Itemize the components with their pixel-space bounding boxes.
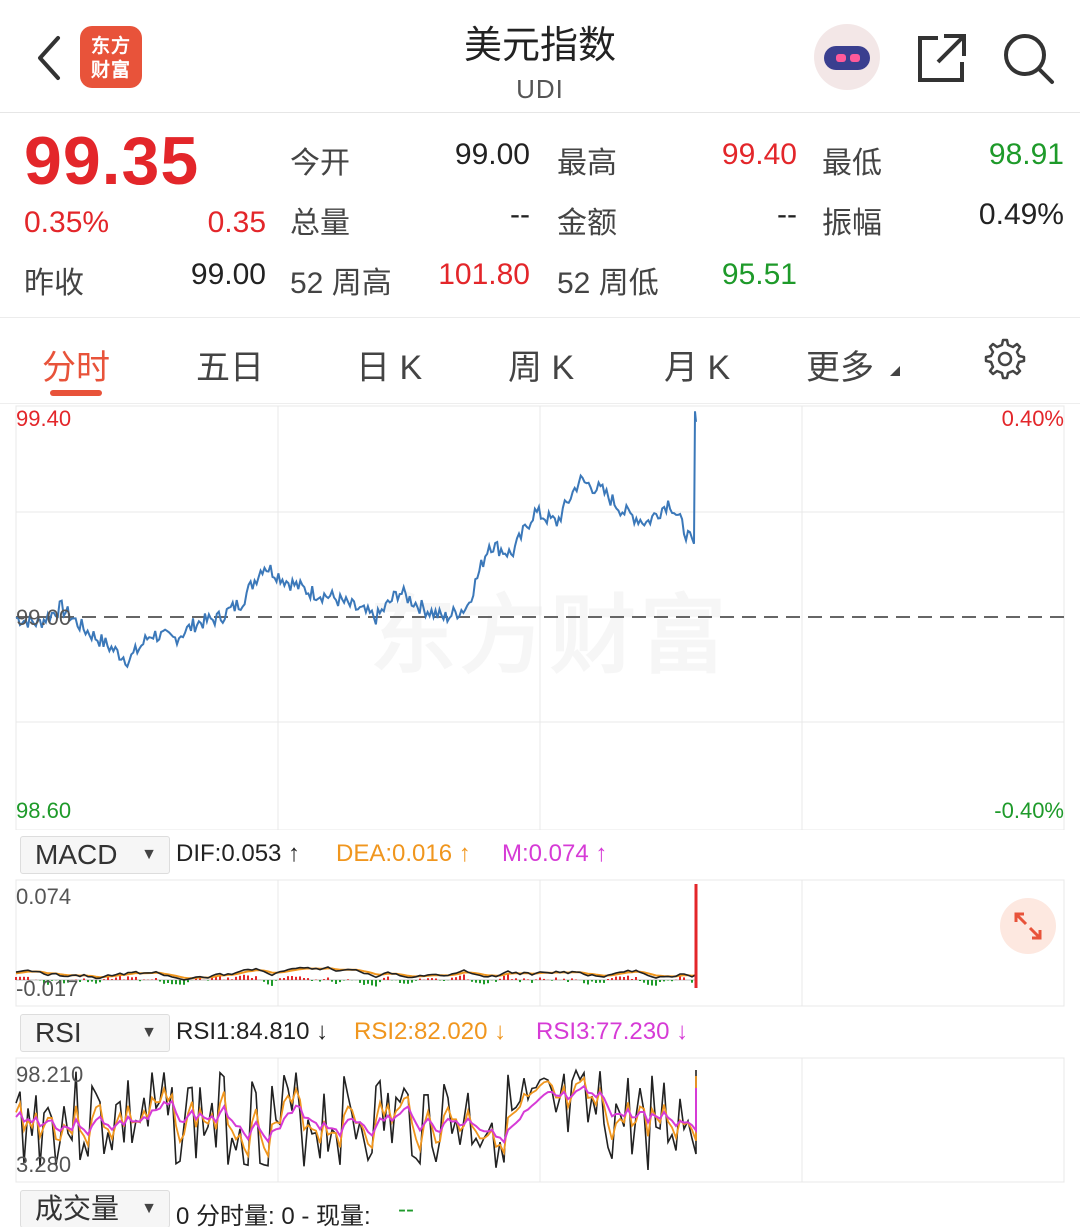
search-icon[interactable] [1000,30,1056,86]
chevron-down-icon: ▼ [141,846,157,863]
high-label: 最高 [557,147,617,180]
amount-value: -- [777,198,797,231]
prev-close-value: 99.00 [190,258,266,291]
rsi-selector[interactable]: RSI ▼ [20,1014,170,1052]
macd-y-top: 0.074 [16,884,72,909]
prev-close-marker: 99.00 [16,605,72,630]
more-dropdown-icon [890,366,900,376]
rsi3-value: RSI3:77.230 ↓ [536,1018,689,1045]
volume-info: 0 分时量: 0 - 现量: [176,1203,371,1227]
volume-selector-label: 成交量 [35,1193,120,1224]
pct-axis-bottom-label: -0.40% [994,798,1064,823]
macd-selector[interactable]: MACD ▼ [20,836,170,874]
macd-selector-label: MACD [35,839,118,870]
rsi-selector-label: RSI [35,1017,82,1048]
macd-m: M:0.074 ↑ [502,840,608,867]
macd-dea-line [15,938,697,980]
tab-daily-k[interactable]: 日 K [356,340,422,389]
rsi-y-bottom: 3.280 [16,1152,72,1177]
macd-bar: MACD ▼ DIF:0.053 ↑ DEA:0.016 ↑ M:0.074 ↑ [0,834,1080,878]
tab-more[interactable]: 更多 [806,340,874,389]
rsi-bar: RSI ▼ RSI1:84.810 ↓ RSI2:82.020 ↓ RSI3:7… [0,1012,1080,1056]
open-label: 今开 [290,147,350,180]
open-value: 99.00 [454,138,530,171]
rsi2-value: RSI2:82.020 ↓ [354,1018,507,1045]
volume-value: -- [510,198,530,231]
chevron-down-icon: ▼ [141,1024,157,1041]
volume-current: -- [398,1196,414,1223]
week52-low-value: 95.51 [721,258,797,291]
y-axis-top-label: 99.40 [16,406,72,431]
price-line [15,411,697,669]
rsi-y-top: 98.210 [16,1062,84,1087]
week52-high-value: 101.80 [438,258,530,291]
gear-icon[interactable] [980,336,1026,382]
low-value: 98.91 [988,138,1064,171]
rsi-chart[interactable] [0,1056,1080,1184]
change-percent: 0.35% [24,206,110,239]
macd-dif: DIF:0.053 ↑ [176,840,301,867]
rsi2-line [15,1076,697,1159]
chevron-down-icon: ▼ [141,1200,157,1217]
quote-panel: 99.35 0.35% 0.35 今开 99.00 最高 99.40 最低 98… [0,114,1080,318]
expand-icon[interactable] [1000,898,1056,954]
app-header: 东方 财富 美元指数 UDI [0,0,1080,113]
robot-assistant-icon[interactable] [814,24,880,90]
amount-label: 金额 [557,207,617,240]
volume-label: 总量 [290,207,350,240]
week52-low-label: 52 周低 [557,267,659,300]
prev-close-label: 昨收 [24,267,84,300]
macd-chart[interactable] [0,878,1080,1008]
amplitude-value: 0.49% [978,198,1064,231]
macd-dea: DEA:0.016 ↑ [336,840,471,867]
high-value: 99.40 [721,138,797,171]
amplitude-label: 振幅 [822,207,882,240]
change-value: 0.35 [207,206,266,239]
tab-five-day[interactable]: 五日 [196,340,264,389]
share-icon[interactable] [914,30,970,86]
pct-axis-top-label: 0.40% [1001,406,1064,431]
tab-intraday[interactable]: 分时 [42,340,110,389]
macd-y-bottom: -0.017 [16,976,79,1001]
low-label: 最低 [822,147,882,180]
rsi3-line [15,1084,697,1145]
last-price: 99.35 [24,123,200,199]
macd-dif-line [15,888,697,981]
active-tab-indicator [50,390,102,396]
volume-bar: 成交量 ▼ 0 分时量: 0 - 现量: -- [0,1188,1080,1227]
period-tabs: 分时 五日 日 K 周 K 月 K 更多 [0,318,1080,404]
y-axis-bottom-label: 98.60 [16,798,72,823]
intraday-chart[interactable] [0,404,1080,830]
rsi1-value: RSI1:84.810 ↓ [176,1018,329,1045]
tab-weekly-k[interactable]: 周 K [508,340,574,389]
week52-high-label: 52 周高 [290,267,392,300]
tab-monthly-k[interactable]: 月 K [664,340,730,389]
volume-selector[interactable]: 成交量 ▼ [20,1190,170,1227]
